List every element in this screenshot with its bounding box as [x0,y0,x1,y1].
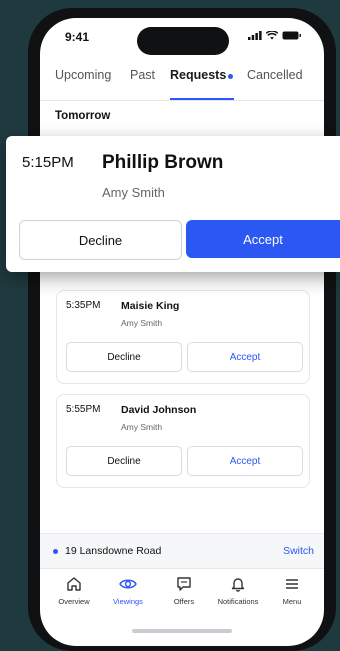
accept-button[interactable]: Accept [186,220,340,258]
decline-button[interactable]: Decline [19,220,182,260]
property-bar: 19 Lansdowne Road Switch [40,533,324,569]
request-time: 5:35PM [66,300,101,311]
menu-icon [286,579,298,589]
tab-bar: Upcoming Past Requests Cancelled [40,64,324,101]
tab-upcoming[interactable]: Upcoming [55,68,111,82]
property-dot-icon [53,549,58,554]
bell-icon [231,578,245,592]
decline-button[interactable]: Decline [66,446,182,476]
request-time: 5:55PM [66,404,101,415]
request-card: 5:55PM David Johnson Amy Smith Decline A… [56,394,310,488]
home-icon [67,577,81,591]
wifi-icon [266,31,278,40]
nav-notifications[interactable]: Notifications [210,576,266,606]
request-time: 5:15PM [22,154,74,171]
bottom-nav: Overview Viewings Offers Notifications M… [40,570,324,620]
chat-icon [177,577,191,591]
home-indicator [132,629,232,633]
request-card: 5:35PM Maisie King Amy Smith Decline Acc… [56,290,310,384]
request-agent: Amy Smith [102,185,165,200]
request-agent: Amy Smith [121,318,163,328]
highlighted-request-card: 5:15PM Phillip Brown Amy Smith Decline A… [6,136,340,272]
request-name: Maisie King [121,300,180,312]
section-title: Tomorrow [55,110,111,122]
switch-property-link[interactable]: Switch [283,545,314,557]
decline-button[interactable]: Decline [66,342,182,372]
active-tab-indicator [170,98,234,100]
tab-past[interactable]: Past [130,68,155,82]
accept-button[interactable]: Accept [187,446,303,476]
accept-button[interactable]: Accept [187,342,303,372]
status-icons [248,31,302,40]
nav-menu[interactable]: Menu [264,576,320,606]
nav-label: Overview [58,597,90,606]
unread-dot-icon [228,74,233,79]
dynamic-island [137,27,229,55]
request-name: David Johnson [121,404,197,416]
status-time: 9:41 [65,30,90,44]
phone-screen: 9:41 Upcoming Past Requests Cancelled To… [40,18,324,646]
nav-label: Viewings [113,597,143,606]
request-agent: Amy Smith [121,422,163,432]
nav-label: Notifications [217,597,259,606]
battery-icon [282,31,301,40]
nav-viewings[interactable]: Viewings [100,576,156,606]
nav-label: Offers [173,597,195,606]
property-address: 19 Lansdowne Road [65,545,162,557]
nav-label: Menu [282,597,302,606]
request-name: Phillip Brown [102,152,224,173]
nav-overview[interactable]: Overview [46,576,102,606]
tab-cancelled[interactable]: Cancelled [247,68,303,82]
eye-icon [119,579,137,589]
signal-icon [248,31,262,40]
nav-offers[interactable]: Offers [156,576,212,606]
tab-requests[interactable]: Requests [170,68,226,82]
